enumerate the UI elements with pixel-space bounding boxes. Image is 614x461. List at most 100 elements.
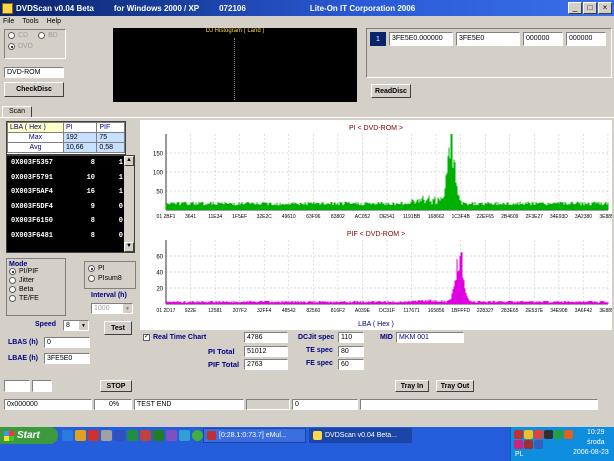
pi-chart-svg: PI < DVD-ROM > 150 100 50 01 2BF1 3641 11E34 1F… xyxy=(153,125,614,220)
taskbar-item-emule[interactable]: [0:28.1:0:73.7] eMul... xyxy=(203,428,306,443)
tray-icon[interactable] xyxy=(524,430,533,439)
row-lba: 0X003F6481 xyxy=(11,231,54,240)
windows-logo-icon xyxy=(4,430,14,441)
list-item[interactable]: 0X003F5357 8 1 xyxy=(11,156,123,171)
row-lba: 0X003F5AF4 xyxy=(11,188,54,197)
restore-button[interactable]: □ xyxy=(583,2,597,14)
chevron-down-icon[interactable]: ▼ xyxy=(123,304,132,313)
clock-time[interactable]: 10:29 xyxy=(587,429,605,436)
radio-pisum8[interactable]: PIsum8 xyxy=(88,275,132,282)
tray-icon[interactable] xyxy=(544,430,553,439)
data-list-scrollbar[interactable]: ▲ ▼ xyxy=(124,156,134,252)
app-purple-icon[interactable] xyxy=(166,430,177,441)
list-item[interactable]: 0X003F6481 8 0 xyxy=(11,229,123,244)
max-pi: 192 xyxy=(62,132,98,143)
row-pif: 1 xyxy=(118,159,123,168)
ie-icon[interactable] xyxy=(62,430,73,441)
scroll-down-arrow-icon[interactable]: ▼ xyxy=(124,242,134,252)
lbas-field[interactable]: 0 xyxy=(44,337,90,348)
tray-icon[interactable] xyxy=(514,440,523,449)
excel-icon[interactable] xyxy=(127,430,138,441)
play-icon[interactable] xyxy=(192,430,203,441)
tab-divider xyxy=(0,117,614,118)
taskbar-item-dvdscan[interactable]: DVDScan v0.04 Beta... xyxy=(309,428,412,443)
tray-icon[interactable] xyxy=(534,430,543,439)
minimize-button[interactable]: _ xyxy=(568,2,582,14)
lbae-field[interactable]: 3FE5E0 xyxy=(44,353,90,364)
app-cyan-icon[interactable] xyxy=(179,430,190,441)
acrobat-icon[interactable] xyxy=(140,430,151,441)
radio-pi-pif[interactable]: PI/PIF xyxy=(9,268,63,275)
avg-pif: 0,58 xyxy=(96,142,125,153)
stats-table: LBA ( Hex ) PI PIF Max 192 75 Avg 10,66 … xyxy=(6,121,126,155)
x-tick-label: 01 2D17 xyxy=(157,308,176,314)
tray-out-button[interactable]: Tray Out xyxy=(436,380,474,392)
x-tick-label: AC052 xyxy=(355,214,371,220)
tray-icon[interactable] xyxy=(514,430,523,439)
radio-jitter[interactable]: Jitter xyxy=(9,277,63,284)
scroll-up-arrow-icon[interactable]: ▲ xyxy=(124,156,134,166)
check-disc-button[interactable]: CheckDisc xyxy=(4,82,64,97)
y-tick-label: 20 xyxy=(156,287,163,293)
menu-tools[interactable]: Tools xyxy=(22,16,38,27)
x-tick-label: 2B4609 xyxy=(501,214,518,220)
row-pi: 8 xyxy=(90,231,95,240)
chart-title: PI < DVD-ROM > xyxy=(349,125,403,132)
tray-icon[interactable] xyxy=(554,430,563,439)
interval-select[interactable]: 1000 ▼ xyxy=(91,303,133,314)
media-icon[interactable] xyxy=(153,430,164,441)
row-pi: 8 xyxy=(90,217,95,226)
tray-icon[interactable] xyxy=(534,440,543,449)
language-indicator[interactable]: PL xyxy=(515,451,524,458)
x-tick-label: 01 2BF1 xyxy=(157,214,176,220)
tray-icon[interactable] xyxy=(564,430,573,439)
x-tick-label: 922E xyxy=(185,308,197,314)
x-tick-label: 3E8857 xyxy=(599,214,612,220)
read-disc-button[interactable]: ReadDisc xyxy=(371,84,411,98)
fe-field[interactable]: 60 xyxy=(338,359,364,370)
list-item[interactable]: 0X003F5791 10 1 xyxy=(11,171,123,186)
menu-help[interactable]: Help xyxy=(47,16,61,27)
list-item[interactable]: 0X003F5AF4 16 1 xyxy=(11,185,123,200)
radio-dvd[interactable]: DVD xyxy=(8,43,62,50)
emule-icon xyxy=(207,431,216,440)
avg-pi: 10,66 xyxy=(62,142,98,153)
radio-te-fe[interactable]: TE/FE xyxy=(9,295,63,302)
app-icon xyxy=(2,2,13,14)
company-text: Lite-On IT Corporation 2006 xyxy=(309,3,416,13)
tray-icon[interactable] xyxy=(524,440,533,449)
close-button[interactable]: × xyxy=(598,2,612,14)
x-tick-label: 816F2 xyxy=(331,308,345,314)
stop-button[interactable]: STOP xyxy=(100,380,132,392)
progress-box-1 xyxy=(4,380,30,392)
realtime-checkbox[interactable]: ✓ Real Time Chart xyxy=(143,334,206,341)
drive-field[interactable]: DVD-ROM xyxy=(4,67,64,78)
x-tick-label: 83802 xyxy=(331,214,345,220)
speed-select[interactable]: 8 ▼ xyxy=(63,320,89,331)
list-item[interactable]: 0X003F5DF4 9 0 xyxy=(11,200,123,215)
start-button[interactable]: Start xyxy=(0,427,58,444)
status-spacer xyxy=(246,399,290,410)
app-gray-icon[interactable] xyxy=(101,430,112,441)
test-button[interactable]: Test xyxy=(104,321,132,335)
pif-chart-svg: PIF < DVD-ROM > 60 40 20 01 2D17 922E 12581 207… xyxy=(156,231,614,328)
word-icon[interactable] xyxy=(114,430,125,441)
folder-icon[interactable] xyxy=(75,430,86,441)
chevron-down-icon[interactable]: ▼ xyxy=(79,321,88,330)
mode-group: Mode PI/PIF Jitter Beta TE/FE xyxy=(6,258,66,316)
radio-bd[interactable]: BD xyxy=(38,32,58,39)
y-tick-label: 100 xyxy=(153,171,164,177)
te-field[interactable]: 80 xyxy=(338,346,364,357)
x-tick-label: 34E93D xyxy=(550,214,568,220)
radio-beta[interactable]: Beta xyxy=(9,286,63,293)
checkmark-icon[interactable]: ✓ xyxy=(143,334,150,341)
tray-in-button[interactable]: Tray In xyxy=(395,380,429,392)
radio-pi[interactable]: PI xyxy=(88,265,132,272)
menu-file[interactable]: File xyxy=(3,16,14,27)
list-item[interactable]: 0X003F6150 8 0 xyxy=(11,214,123,229)
x-tick-label: 3A2380 xyxy=(575,214,592,220)
radio-cd[interactable]: CD xyxy=(8,32,28,39)
disc-field-d: 000000 xyxy=(566,32,606,46)
app-red-icon[interactable] xyxy=(88,430,99,441)
dcjit-field[interactable]: 110 xyxy=(338,332,364,343)
